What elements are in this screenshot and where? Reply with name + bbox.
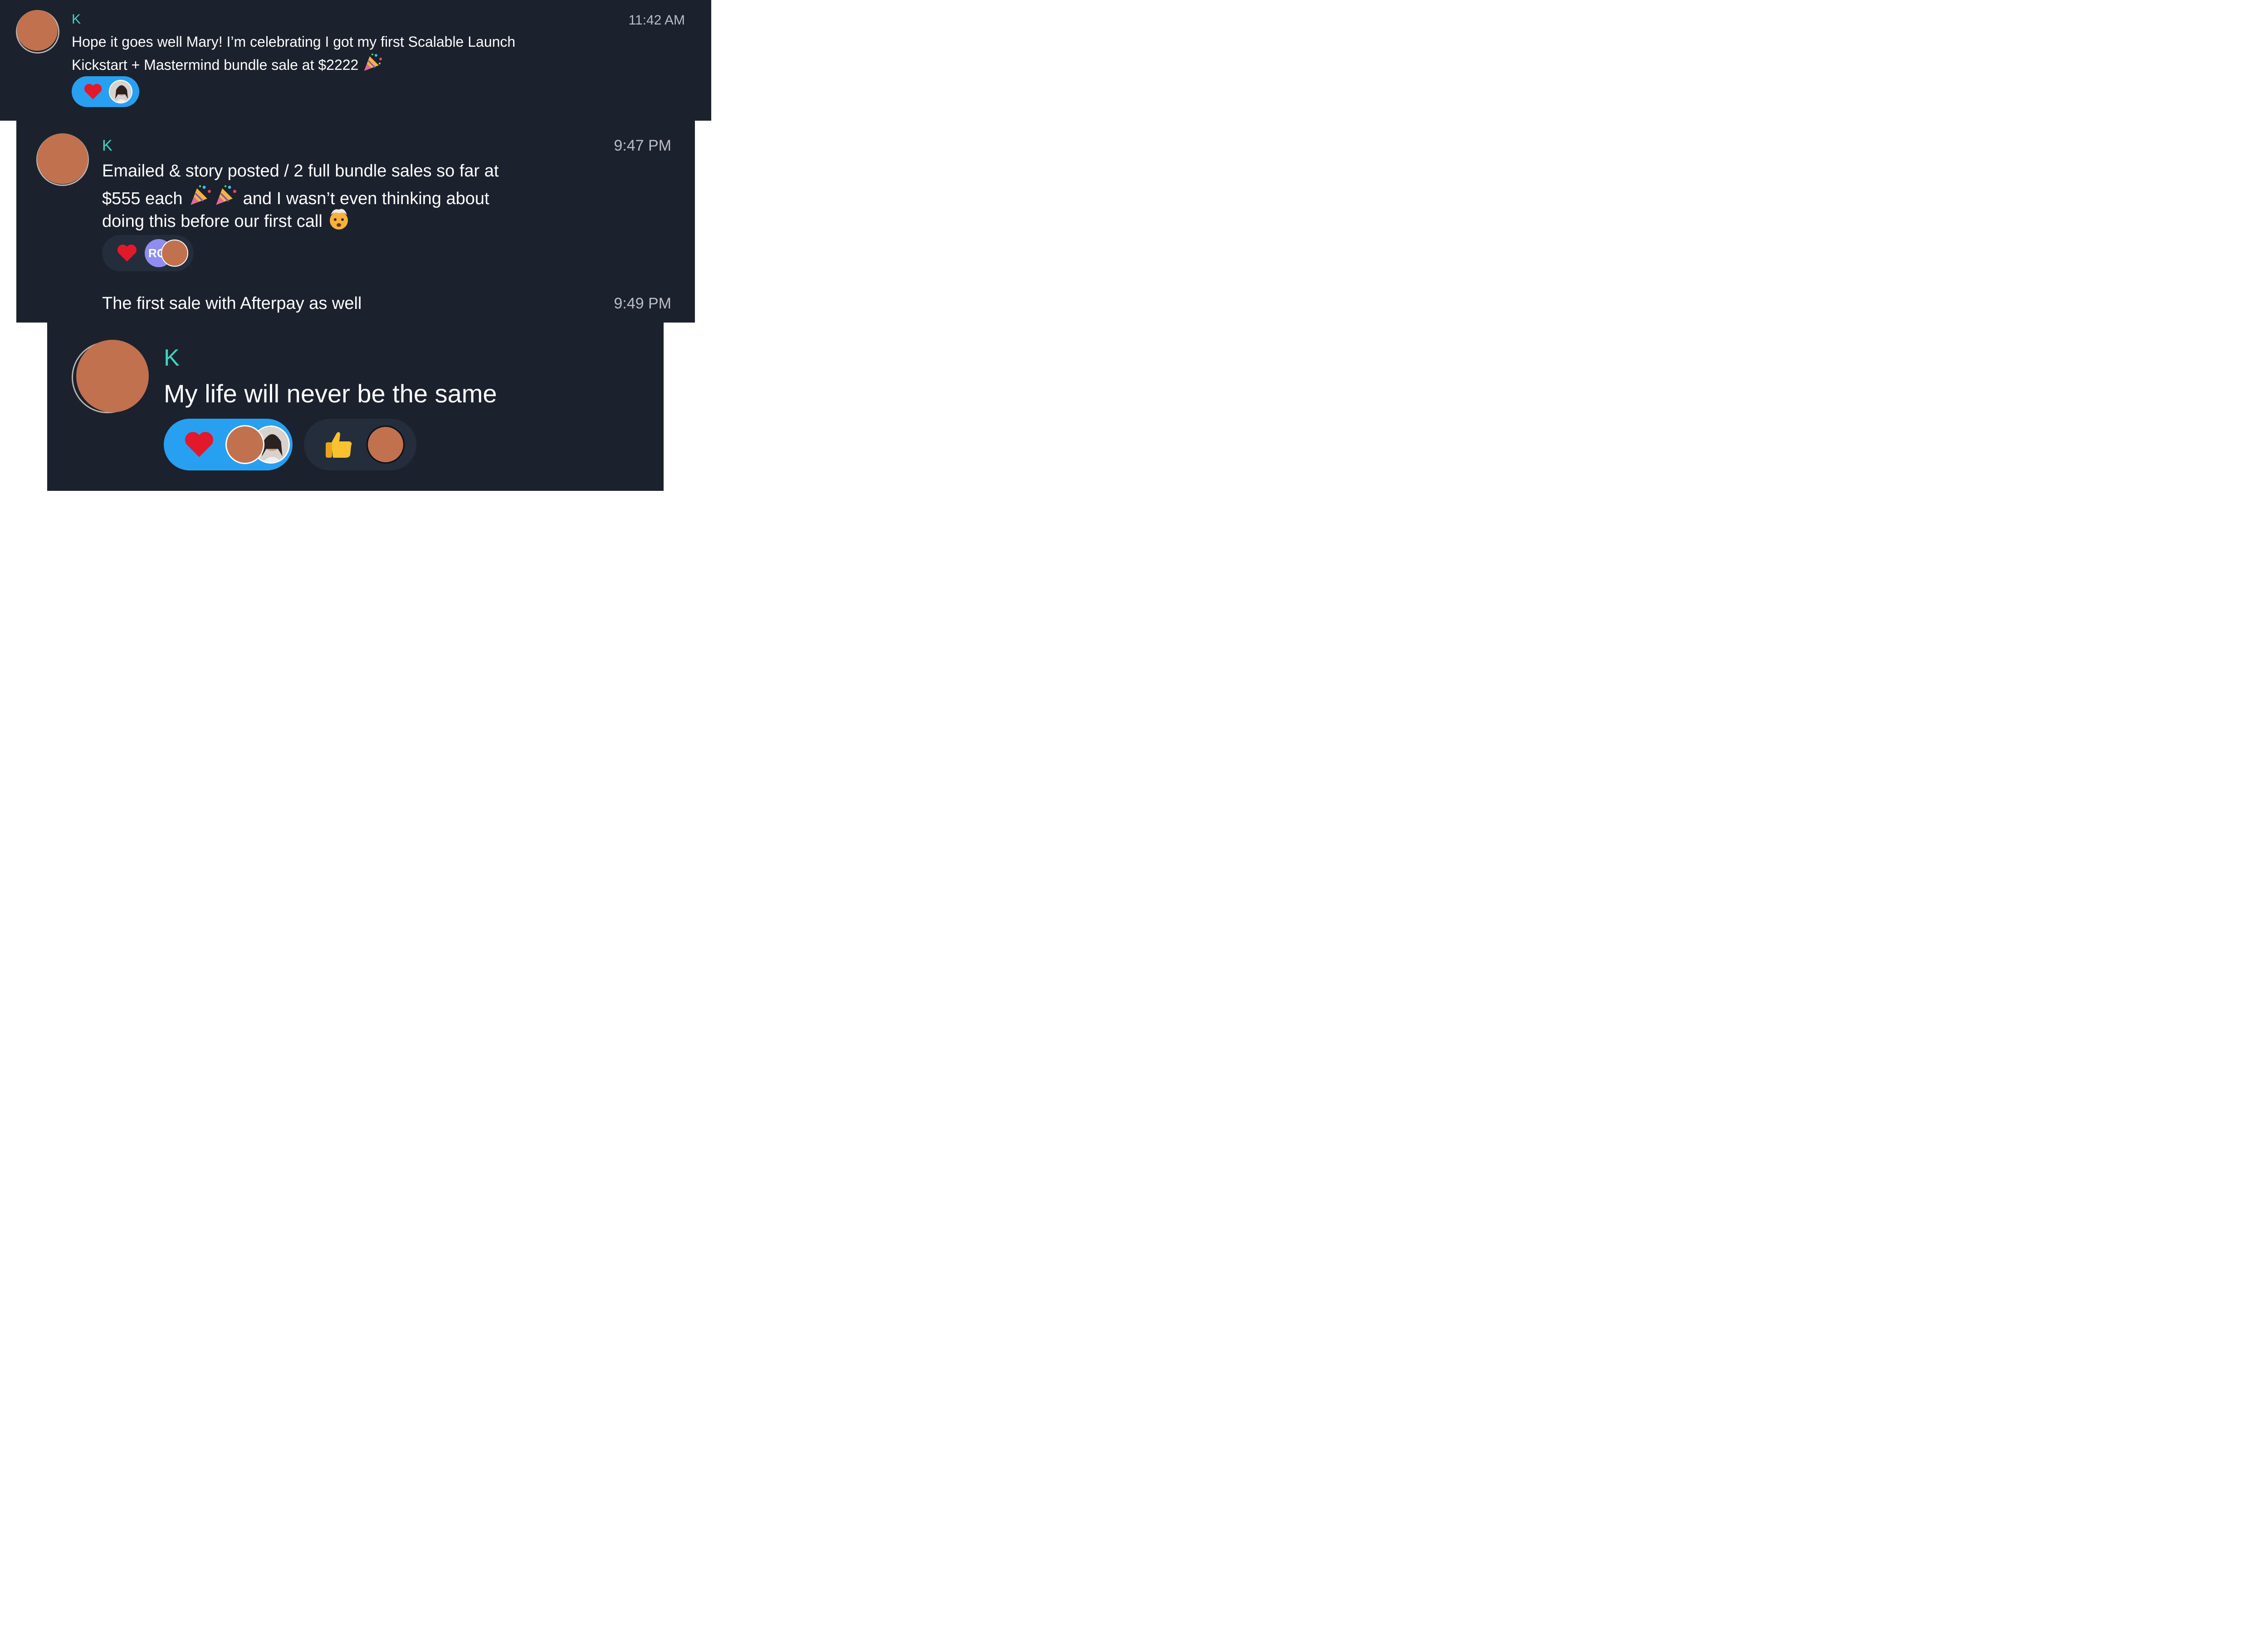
avatar[interactable] — [76, 340, 149, 412]
party-popper-icon — [187, 184, 213, 207]
message-text: and I wasn’t even thinking about — [243, 189, 489, 208]
timestamp: 9:49 PM — [614, 295, 671, 312]
reaction-thumbs-up[interactable] — [304, 419, 416, 470]
party-popper-icon — [213, 184, 238, 207]
message-line: Emailed & story posted / 2 full bundle s… — [102, 161, 499, 181]
reaction-heart[interactable] — [72, 76, 139, 107]
author-name[interactable]: K — [164, 344, 180, 372]
message-text: doing this before our first call — [102, 212, 323, 231]
message-text: $555 each — [102, 189, 183, 208]
timestamp: 9:47 PM — [614, 137, 671, 154]
message-text: Kickstart + Mastermind bundle sale at $2… — [72, 57, 359, 73]
heart-icon — [117, 244, 137, 263]
author-name[interactable]: K — [102, 137, 112, 155]
message-card: K 11:42 AM Hope it goes well Mary! I’m c… — [0, 0, 711, 121]
message-line: Hope it goes well Mary! I’m celebrating … — [72, 34, 516, 50]
message-line: My life will never be the same — [164, 379, 497, 408]
avatar[interactable] — [367, 426, 405, 464]
avatar[interactable] — [225, 425, 264, 464]
message-line: $555 each and I wasn’t even thinking abo… — [102, 184, 489, 209]
thumbs-up-icon — [323, 429, 355, 460]
author-name[interactable]: K — [72, 12, 81, 27]
message-line: The first sale with Afterpay as well — [102, 294, 362, 313]
avatar[interactable] — [17, 10, 58, 51]
avatar[interactable] — [109, 80, 132, 103]
message-line: doing this before our first call — [102, 207, 351, 231]
avatar[interactable] — [37, 133, 88, 184]
message-line: Kickstart + Mastermind bundle sale at $2… — [72, 53, 382, 73]
exploding-head-icon — [327, 207, 351, 230]
message-card: K My life will never be the same — [47, 323, 664, 491]
avatar[interactable] — [161, 240, 188, 267]
party-popper-icon — [362, 53, 382, 73]
reaction-heart[interactable]: RC — [102, 235, 194, 271]
timestamp: 11:42 AM — [628, 13, 685, 28]
heart-icon — [83, 83, 103, 100]
message-card: K 9:47 PM Emailed & story posted / 2 ful… — [16, 121, 695, 323]
reaction-heart[interactable] — [164, 419, 293, 470]
heart-icon — [184, 431, 215, 459]
